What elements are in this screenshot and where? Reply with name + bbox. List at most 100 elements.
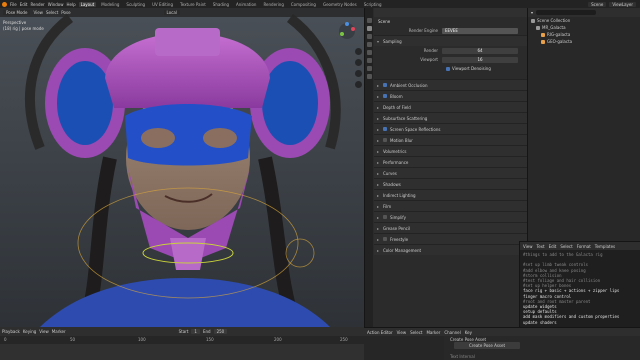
viewport-menu-view[interactable]: View bbox=[33, 10, 43, 15]
properties-panel-header[interactable]: ▸ Film bbox=[374, 200, 527, 211]
outliner-search-input[interactable] bbox=[536, 10, 597, 15]
world-tab-icon[interactable] bbox=[366, 58, 372, 63]
properties-panel-header[interactable]: ▸ Simplify bbox=[374, 211, 527, 222]
menu-window[interactable]: Window bbox=[48, 2, 64, 7]
panel-enable-checkbox[interactable] bbox=[383, 138, 387, 142]
render-tab-icon[interactable] bbox=[366, 26, 372, 31]
render-samples-field[interactable]: 64 bbox=[442, 47, 518, 54]
workspace-tab-modeling[interactable]: Modeling bbox=[99, 2, 121, 7]
navigation-gizmo-icon[interactable] bbox=[338, 22, 356, 40]
zoom-icon[interactable] bbox=[355, 48, 362, 55]
menu-edit[interactable]: Edit bbox=[20, 2, 28, 7]
action-menu-key[interactable]: Key bbox=[465, 330, 472, 335]
panel-enable-checkbox[interactable] bbox=[383, 237, 387, 241]
outliner-filter-icon[interactable]: ▾ bbox=[531, 10, 533, 15]
create-pose-asset-button[interactable]: Create Pose Asset bbox=[454, 342, 520, 349]
viewport-denoising-checkbox[interactable] bbox=[446, 66, 450, 71]
orientation-dropdown[interactable]: Local bbox=[163, 10, 180, 15]
properties-panel-header[interactable]: ▸ Grease Pencil bbox=[374, 222, 527, 233]
workspace-tab-sculpting[interactable]: Sculpting bbox=[124, 2, 147, 7]
workspace-tab-scripting[interactable]: Scripting bbox=[362, 2, 384, 7]
timeline-ruler[interactable]: 0 50 100 150 200 250 bbox=[0, 336, 364, 344]
workspace-tab-geometry-nodes[interactable]: Geometry Nodes bbox=[321, 2, 359, 7]
text-menu-edit[interactable]: Edit bbox=[549, 244, 557, 249]
action-menu-marker[interactable]: Marker bbox=[426, 330, 440, 335]
outliner-item[interactable]: Scene Collection bbox=[528, 17, 640, 24]
properties-panel-header[interactable]: ▸ Color Management bbox=[374, 244, 527, 255]
object-tab-icon[interactable] bbox=[366, 66, 372, 71]
tool-tab-icon[interactable] bbox=[366, 18, 372, 23]
timeline-playback-menu[interactable]: Playback bbox=[2, 329, 20, 334]
outliner-item[interactable]: RIG-galacta bbox=[528, 31, 640, 38]
workspace-tab-texture-paint[interactable]: Texture Paint bbox=[178, 2, 208, 7]
workspace-tab-layout[interactable]: Layout bbox=[78, 1, 97, 7]
properties-panel-header[interactable]: ▸ Indirect Lighting bbox=[374, 189, 527, 200]
outliner-item[interactable]: MR_Galacta bbox=[528, 24, 640, 31]
panel-enable-checkbox[interactable] bbox=[383, 215, 387, 219]
text-menu-view[interactable]: View bbox=[523, 244, 533, 249]
scene-tab-icon[interactable] bbox=[366, 50, 372, 55]
workspace-tab-rendering[interactable]: Rendering bbox=[261, 2, 285, 7]
properties-panel-header[interactable]: ▸ Performance bbox=[374, 156, 527, 167]
properties-panel-header[interactable]: ▸ Subsurface Scattering bbox=[374, 112, 527, 123]
timeline-keyframe-area[interactable] bbox=[0, 344, 364, 360]
timeline-keying-menu[interactable]: Keying bbox=[23, 329, 36, 334]
viewport-denoising-row: Viewport Denoising bbox=[374, 64, 527, 73]
workspace-tab-shading[interactable]: Shading bbox=[211, 2, 231, 7]
properties-panel-header[interactable]: ▸ Motion Blur bbox=[374, 134, 527, 145]
properties-panel-header[interactable]: ▸ Freestyle bbox=[374, 233, 527, 244]
mode-dropdown[interactable]: Pose Mode bbox=[3, 10, 31, 15]
outliner-item[interactable]: GEO-galacta bbox=[528, 38, 640, 45]
properties-panel-header[interactable]: ▸ Screen Space Reflections bbox=[374, 123, 527, 134]
timeline-end-field[interactable]: 250 bbox=[213, 329, 228, 334]
properties-panel-header[interactable]: ▸ Ambient Occlusion bbox=[374, 79, 527, 90]
camera-view-icon[interactable] bbox=[355, 70, 362, 77]
menu-help[interactable]: Help bbox=[66, 2, 75, 7]
output-tab-icon[interactable] bbox=[366, 34, 372, 39]
action-channel-list[interactable] bbox=[364, 336, 444, 360]
text-menu-text[interactable]: Text bbox=[537, 244, 545, 249]
viewport-samples-field[interactable]: 16 bbox=[442, 56, 518, 63]
timeline-start-label: Start bbox=[178, 329, 189, 334]
properties-panel-header[interactable]: ▸ Volumetrics bbox=[374, 145, 527, 156]
editor-type-dropdown[interactable]: Action Editor bbox=[367, 330, 393, 335]
modifier-tab-icon[interactable] bbox=[366, 74, 372, 79]
action-menu-select[interactable]: Select bbox=[410, 330, 422, 335]
text-menu-format[interactable]: Format bbox=[577, 244, 591, 249]
text-menu-select[interactable]: Select bbox=[560, 244, 572, 249]
properties-search-bar[interactable] bbox=[374, 8, 527, 17]
perspective-toggle-icon[interactable] bbox=[355, 81, 362, 88]
panel-enable-checkbox[interactable] bbox=[383, 94, 387, 98]
scene-selector[interactable]: Scene bbox=[588, 1, 607, 7]
timeline-view-menu[interactable]: View bbox=[39, 329, 49, 334]
properties-panel-header[interactable]: ▸ Shadows bbox=[374, 178, 527, 189]
action-menu-view[interactable]: View bbox=[397, 330, 407, 335]
blender-logo-icon[interactable] bbox=[2, 1, 7, 7]
text-editor[interactable]: View Text Edit Select Format Templates #… bbox=[519, 241, 640, 335]
pan-icon[interactable] bbox=[355, 59, 362, 66]
workspace-tab-uv-editing[interactable]: UV Editing bbox=[150, 2, 175, 7]
workspace-tab-compositing[interactable]: Compositing bbox=[289, 2, 318, 7]
view-layer-tab-icon[interactable] bbox=[366, 42, 372, 47]
sampling-panel-header[interactable]: ▾ Sampling bbox=[374, 35, 527, 46]
timeline-marker-menu[interactable]: Marker bbox=[52, 329, 66, 334]
panel-enable-checkbox[interactable] bbox=[383, 127, 387, 131]
panel-enable-checkbox[interactable] bbox=[383, 83, 387, 87]
properties-panel-header[interactable]: ▸ Curves bbox=[374, 167, 527, 178]
menu-file[interactable]: File bbox=[10, 2, 17, 7]
text-editor-lines: #things to add to the Galacta rig #set u… bbox=[520, 250, 640, 335]
view-layer-selector[interactable]: ViewLayer bbox=[609, 1, 636, 7]
viewport-menu-pose[interactable]: Pose bbox=[61, 10, 70, 15]
properties-panel-header[interactable]: ▸ Depth of Field bbox=[374, 101, 527, 112]
action-menu-channel[interactable]: Channel bbox=[444, 330, 460, 335]
character-render bbox=[0, 8, 364, 327]
timeline-start-field[interactable]: 1 bbox=[191, 329, 200, 334]
menu-render[interactable]: Render bbox=[30, 2, 44, 7]
render-engine-dropdown[interactable]: EEVEE bbox=[442, 27, 518, 34]
3d-viewport[interactable]: Pose Mode View Select Pose Local Perspec… bbox=[0, 8, 364, 327]
outliner-item-label: RIG-galacta bbox=[547, 32, 571, 37]
workspace-tab-animation[interactable]: Animation bbox=[234, 2, 258, 7]
text-menu-templates[interactable]: Templates bbox=[595, 244, 615, 249]
properties-panel-header[interactable]: ▸ Bloom bbox=[374, 90, 527, 101]
viewport-menu-select[interactable]: Select bbox=[46, 10, 58, 15]
